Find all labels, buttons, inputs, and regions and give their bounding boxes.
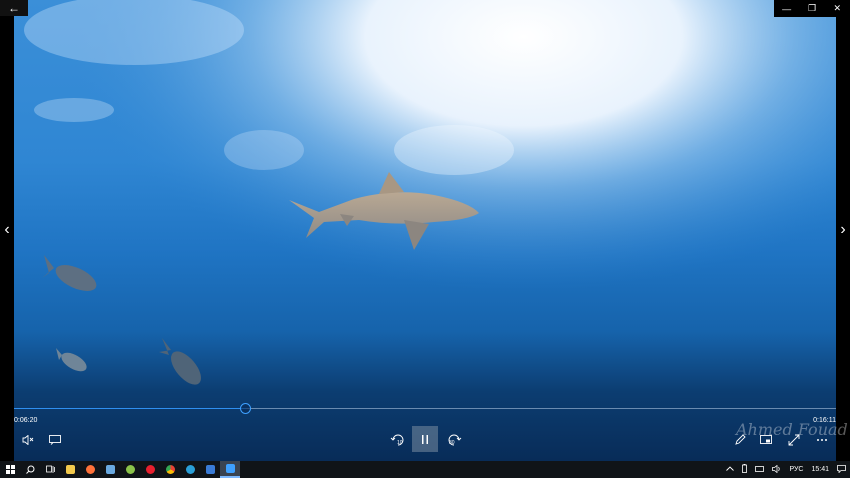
firefox-icon[interactable] bbox=[80, 461, 100, 478]
back-arrow-icon[interactable]: ← bbox=[0, 0, 28, 16]
seek-progress bbox=[14, 408, 246, 409]
skip-forward-30-icon[interactable]: 30 bbox=[444, 430, 464, 450]
notifications-icon[interactable] bbox=[837, 464, 846, 475]
network-icon[interactable] bbox=[755, 465, 765, 474]
chevron-right-icon[interactable]: › bbox=[836, 221, 850, 239]
skip-forward-label: 30 bbox=[449, 440, 455, 446]
volume-icon[interactable] bbox=[772, 464, 781, 475]
subtitles-icon[interactable] bbox=[47, 432, 63, 448]
volume-mute-icon[interactable] bbox=[20, 432, 36, 448]
playback-controls: 0:06:20 0:16:11 10 30 Ahmed Fouad bbox=[14, 398, 848, 461]
skip-back-10-icon[interactable]: 10 bbox=[388, 430, 408, 450]
opera-icon[interactable] bbox=[140, 461, 160, 478]
chevron-left-icon[interactable]: ‹ bbox=[0, 221, 14, 239]
system-tray: РУС 15:41 bbox=[722, 461, 850, 478]
language-indicator[interactable]: РУС bbox=[789, 466, 803, 473]
window-controls: — ❐ ✕ bbox=[774, 0, 850, 17]
start-icon[interactable] bbox=[0, 461, 20, 478]
mini-view-icon[interactable] bbox=[758, 432, 774, 448]
app-icon[interactable] bbox=[120, 461, 140, 478]
close-icon[interactable]: ✕ bbox=[825, 0, 850, 17]
task-view-icon[interactable] bbox=[40, 461, 60, 478]
edge-icon[interactable] bbox=[180, 461, 200, 478]
video-stage[interactable]: ← — ❐ ✕ ‹ › 0:06:20 0:16:11 10 30 Ahmed … bbox=[0, 0, 850, 461]
chevron-up-icon[interactable] bbox=[726, 466, 735, 473]
video-scene bbox=[14, 0, 836, 461]
clock[interactable]: 15:41 bbox=[811, 466, 829, 473]
minimize-icon[interactable]: — bbox=[774, 0, 799, 17]
seek-thumb[interactable] bbox=[239, 403, 251, 414]
skip-back-label: 10 bbox=[397, 440, 403, 446]
fullscreen-icon[interactable] bbox=[786, 432, 802, 448]
app-icon[interactable] bbox=[200, 461, 220, 478]
chrome-icon[interactable] bbox=[160, 461, 180, 478]
restore-icon[interactable]: ❐ bbox=[799, 0, 824, 17]
pause-icon bbox=[422, 434, 428, 444]
more-icon[interactable] bbox=[814, 432, 830, 448]
battery-icon[interactable] bbox=[742, 464, 748, 475]
pause-button[interactable] bbox=[412, 426, 438, 452]
app-icon[interactable] bbox=[100, 461, 120, 478]
taskbar: РУС 15:41 bbox=[0, 461, 850, 478]
file-explorer-icon[interactable] bbox=[60, 461, 80, 478]
elapsed-time: 0:06:20 bbox=[14, 417, 38, 424]
video-frame[interactable] bbox=[14, 0, 836, 461]
movies-tv-icon[interactable] bbox=[220, 461, 240, 478]
pen-icon[interactable] bbox=[732, 432, 748, 448]
search-icon[interactable] bbox=[20, 461, 40, 478]
